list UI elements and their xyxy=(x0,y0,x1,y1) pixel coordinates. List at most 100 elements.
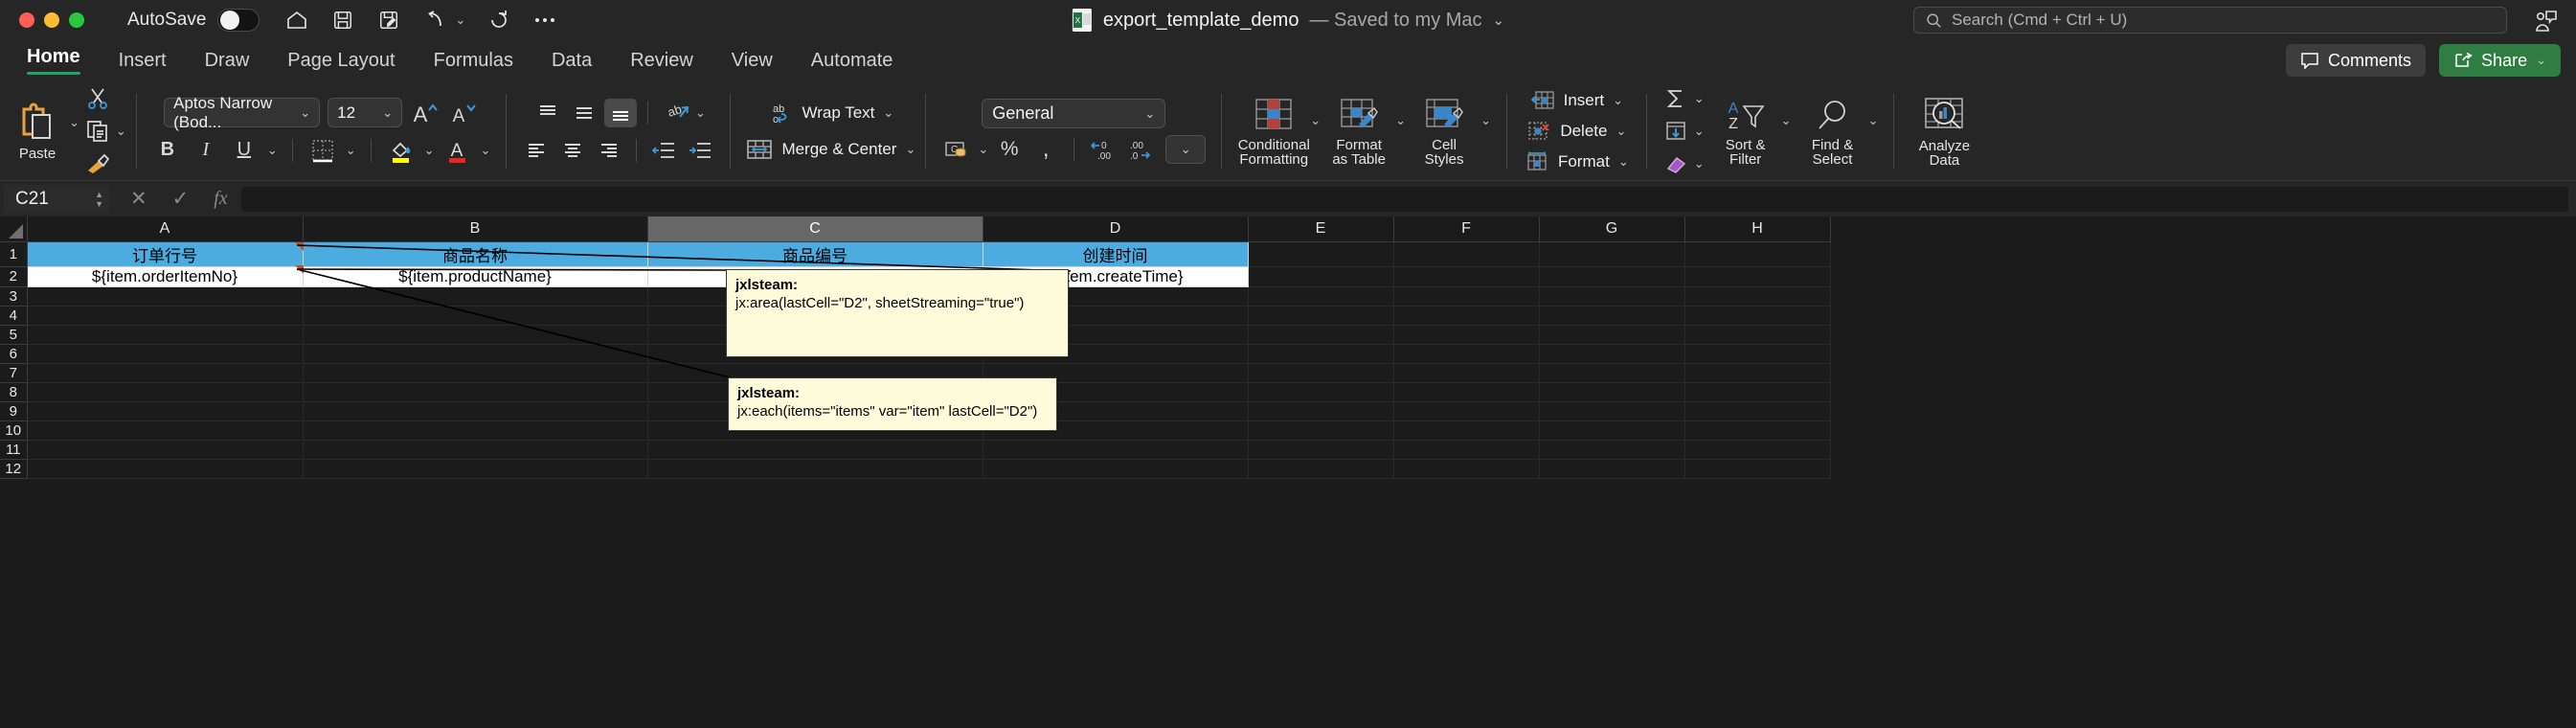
document-chevron-down-icon[interactable]: ⌄ xyxy=(1493,11,1505,29)
cell-G5[interactable] xyxy=(1539,325,1685,345)
cell-B4[interactable] xyxy=(303,306,648,326)
share-chevron-down-icon[interactable]: ⌄ xyxy=(2536,53,2546,68)
orientation-button[interactable]: ab xyxy=(659,99,691,127)
autosum-button[interactable]: ⌄ xyxy=(1662,85,1705,113)
column-header-F[interactable]: F xyxy=(1393,216,1540,242)
number-format-more-button[interactable]: ⌄ xyxy=(1165,134,1207,164)
column-header-B[interactable]: B xyxy=(303,216,648,242)
home-icon[interactable] xyxy=(284,8,309,33)
cell-B12[interactable] xyxy=(303,459,648,479)
number-format-combobox[interactable]: General ⌄ xyxy=(982,99,1166,128)
cell-E7[interactable] xyxy=(1248,363,1394,383)
cell-C11[interactable] xyxy=(647,440,983,460)
font-color-chevron-down-icon[interactable]: ⌄ xyxy=(481,143,491,158)
cell-H4[interactable] xyxy=(1684,306,1831,326)
row-header-8[interactable]: 8 xyxy=(0,382,28,402)
analyze-data-button[interactable]: Analyze Data xyxy=(1904,96,1984,168)
column-header-A[interactable]: A xyxy=(27,216,304,242)
cell-F10[interactable] xyxy=(1393,421,1540,441)
cancel-formula-button[interactable]: ✕ xyxy=(130,187,147,211)
align-top-button[interactable] xyxy=(531,99,564,127)
cell-B3[interactable] xyxy=(303,286,648,307)
cell-E10[interactable] xyxy=(1248,421,1394,441)
underline-button[interactable]: U xyxy=(229,136,260,165)
tab-data[interactable]: Data xyxy=(534,46,609,76)
minimize-window-button[interactable] xyxy=(44,12,59,28)
format-cells-button[interactable]: Format ⌄ xyxy=(1525,148,1629,176)
clear-button[interactable]: ⌄ xyxy=(1662,150,1705,178)
align-bottom-button[interactable] xyxy=(603,98,637,127)
cell-G11[interactable] xyxy=(1539,440,1685,460)
insert-cells-button[interactable]: Insert ⌄ xyxy=(1530,87,1623,115)
cell-F12[interactable] xyxy=(1393,459,1540,479)
tab-insert[interactable]: Insert xyxy=(102,46,184,76)
search-input[interactable]: Search (Cmd + Ctrl + U) xyxy=(1913,7,2507,34)
cell-E9[interactable] xyxy=(1248,401,1394,421)
column-header-E[interactable]: E xyxy=(1248,216,1394,242)
borders-button[interactable] xyxy=(307,136,338,165)
cell-G3[interactable] xyxy=(1539,286,1685,307)
cell-D12[interactable] xyxy=(983,459,1249,479)
cell-E11[interactable] xyxy=(1248,440,1394,460)
row-header-12[interactable]: 12 xyxy=(0,459,28,479)
row-header-4[interactable]: 4 xyxy=(0,306,28,326)
decrease-font-size-button[interactable]: A xyxy=(448,99,479,127)
comments-button[interactable]: Comments xyxy=(2286,44,2427,77)
name-box-spinner[interactable]: ▲ ▼ xyxy=(95,190,103,208)
cell-G8[interactable] xyxy=(1539,382,1685,402)
insert-cells-chevron-down-icon[interactable]: ⌄ xyxy=(1613,93,1623,108)
cell-A12[interactable] xyxy=(27,459,304,479)
delete-cells-chevron-down-icon[interactable]: ⌄ xyxy=(1616,124,1626,139)
number-format-chevron-down-icon[interactable]: ⌄ xyxy=(1144,106,1155,122)
autosave-control[interactable]: AutoSave xyxy=(127,9,260,32)
comment-box-2[interactable]: jxlsteam: jx:each(items="items" var="ite… xyxy=(728,377,1057,431)
cell-F4[interactable] xyxy=(1393,306,1540,326)
row-header-9[interactable]: 9 xyxy=(0,401,28,421)
number-more-chevron-down-icon[interactable]: ⌄ xyxy=(1181,142,1191,157)
cell-F2[interactable] xyxy=(1393,266,1540,287)
save-as-icon[interactable] xyxy=(376,8,401,33)
redo-icon[interactable] xyxy=(486,8,511,33)
sort-filter-button[interactable]: A Z Sort & Filter xyxy=(1710,97,1781,167)
document-title[interactable]: X export_template_demo — Saved to my Mac… xyxy=(1072,8,1504,33)
paste-chevron-down-icon[interactable]: ⌄ xyxy=(69,115,79,130)
cell-F7[interactable] xyxy=(1393,363,1540,383)
align-middle-button[interactable] xyxy=(568,99,600,127)
merge-center-chevron-down-icon[interactable]: ⌄ xyxy=(905,142,915,157)
sort-filter-chevron-down-icon[interactable]: ⌄ xyxy=(1781,113,1792,128)
cell-H2[interactable] xyxy=(1684,266,1831,287)
comment-indicator-b1[interactable] xyxy=(295,242,304,251)
font-size-combobox[interactable]: 12 ⌄ xyxy=(328,98,403,127)
cell-B10[interactable] xyxy=(303,421,648,441)
copy-chevron-down-icon[interactable]: ⌄ xyxy=(116,124,126,139)
decrease-decimal-button[interactable]: .00.0 xyxy=(1123,135,1154,164)
insert-function-button[interactable]: fx xyxy=(214,188,227,210)
maximize-window-button[interactable] xyxy=(69,12,84,28)
share-button[interactable]: Share ⌄ xyxy=(2439,44,2561,77)
fill-button[interactable]: ⌄ xyxy=(1662,118,1705,146)
cell-A1[interactable]: 订单行号 xyxy=(27,241,304,267)
cell-C12[interactable] xyxy=(647,459,983,479)
fill-color-button[interactable] xyxy=(386,136,417,165)
font-color-button[interactable]: A xyxy=(442,136,473,165)
cell-F6[interactable] xyxy=(1393,344,1540,364)
increase-indent-button[interactable] xyxy=(684,136,716,165)
row-header-6[interactable]: 6 xyxy=(0,344,28,364)
cell-H5[interactable] xyxy=(1684,325,1831,345)
formula-input[interactable] xyxy=(240,186,2568,212)
column-header-D[interactable]: D xyxy=(983,216,1249,242)
conditional-formatting-chevron-down-icon[interactable]: ⌄ xyxy=(1310,113,1321,128)
increase-font-size-button[interactable]: A xyxy=(410,99,441,127)
save-icon[interactable] xyxy=(330,8,355,33)
column-header-C[interactable]: C xyxy=(647,216,983,242)
cell-G4[interactable] xyxy=(1539,306,1685,326)
font-name-combobox[interactable]: Aptos Narrow (Bod... ⌄ xyxy=(164,94,321,131)
select-all-button[interactable] xyxy=(0,216,28,242)
cell-B1[interactable]: 商品名称 xyxy=(303,241,648,267)
undo-icon[interactable] xyxy=(422,8,447,33)
wrap-text-chevron-down-icon[interactable]: ⌄ xyxy=(883,105,893,121)
cell-G2[interactable] xyxy=(1539,266,1685,287)
cell-B5[interactable] xyxy=(303,325,648,345)
cell-styles-chevron-down-icon[interactable]: ⌄ xyxy=(1480,113,1491,128)
clear-chevron-down-icon[interactable]: ⌄ xyxy=(1694,156,1705,171)
